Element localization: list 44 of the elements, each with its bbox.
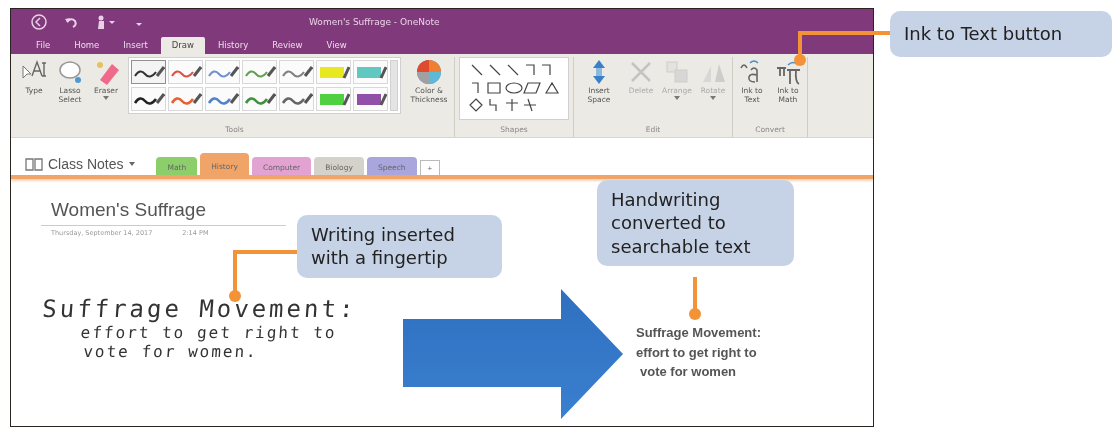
converted-text: Suffrage Movement:: [636, 324, 761, 342]
ribbon-tab[interactable]: Insert: [112, 37, 159, 54]
converted-text: effort to get right to: [636, 343, 758, 362]
pen-icon: [243, 90, 276, 108]
gallery-scrollbar[interactable]: [390, 60, 398, 111]
callout-label: Handwriting converted to searchable text: [597, 180, 794, 267]
notebook-dropdown[interactable]: Class Notes: [19, 153, 143, 175]
highlighter-swatch[interactable]: [316, 87, 351, 111]
converted-text: vote for women: [639, 363, 738, 381]
add-section-tab[interactable]: +: [419, 160, 441, 175]
notebook-icon: [25, 157, 43, 171]
pen-icon: [280, 63, 313, 81]
highlighter-swatch[interactable]: [353, 87, 388, 111]
pen-icon: [169, 63, 202, 81]
ribbon-tab[interactable]: File: [25, 37, 62, 54]
pen-icon: [280, 90, 313, 108]
pen-icon: [169, 90, 202, 108]
pen-swatch[interactable]: [131, 60, 166, 84]
leader-line: [689, 277, 701, 320]
pen-icon: [243, 63, 276, 81]
shapes-gallery[interactable]: [459, 57, 569, 120]
pen-icon: [206, 63, 239, 81]
ribbon-tab[interactable]: History: [206, 37, 260, 54]
handwritten-text: vote for women.: [81, 342, 260, 361]
arrange-icon: [663, 58, 691, 86]
ribbon-tab[interactable]: Review: [261, 37, 314, 54]
highlighter-swatch[interactable]: [353, 60, 388, 84]
lasso-icon: [56, 58, 84, 86]
ribbon-tab[interactable]: Draw: [160, 37, 205, 54]
page-title: Women's Suffrage: [50, 199, 207, 221]
callout-label: Ink to Text button: [890, 11, 1112, 57]
pen-icon: [132, 63, 165, 81]
color-wheel-icon: [415, 58, 443, 86]
handwritten-text: Suffrage Movement:: [41, 295, 359, 323]
pen-icon: [132, 90, 165, 108]
pen-icon: [206, 90, 239, 108]
callout-label: Writing inserted with a fingertip: [297, 215, 502, 278]
caret-icon: [128, 161, 137, 167]
ribbon-tab[interactable]: Home: [63, 37, 111, 54]
highlighter-swatch[interactable]: [316, 60, 351, 84]
handwritten-text: effort to get right to: [79, 323, 339, 342]
ribbon-tab[interactable]: View: [315, 37, 358, 54]
back-icon: [31, 14, 47, 30]
window-title: Women's Suffrage - OneNote: [309, 17, 440, 27]
